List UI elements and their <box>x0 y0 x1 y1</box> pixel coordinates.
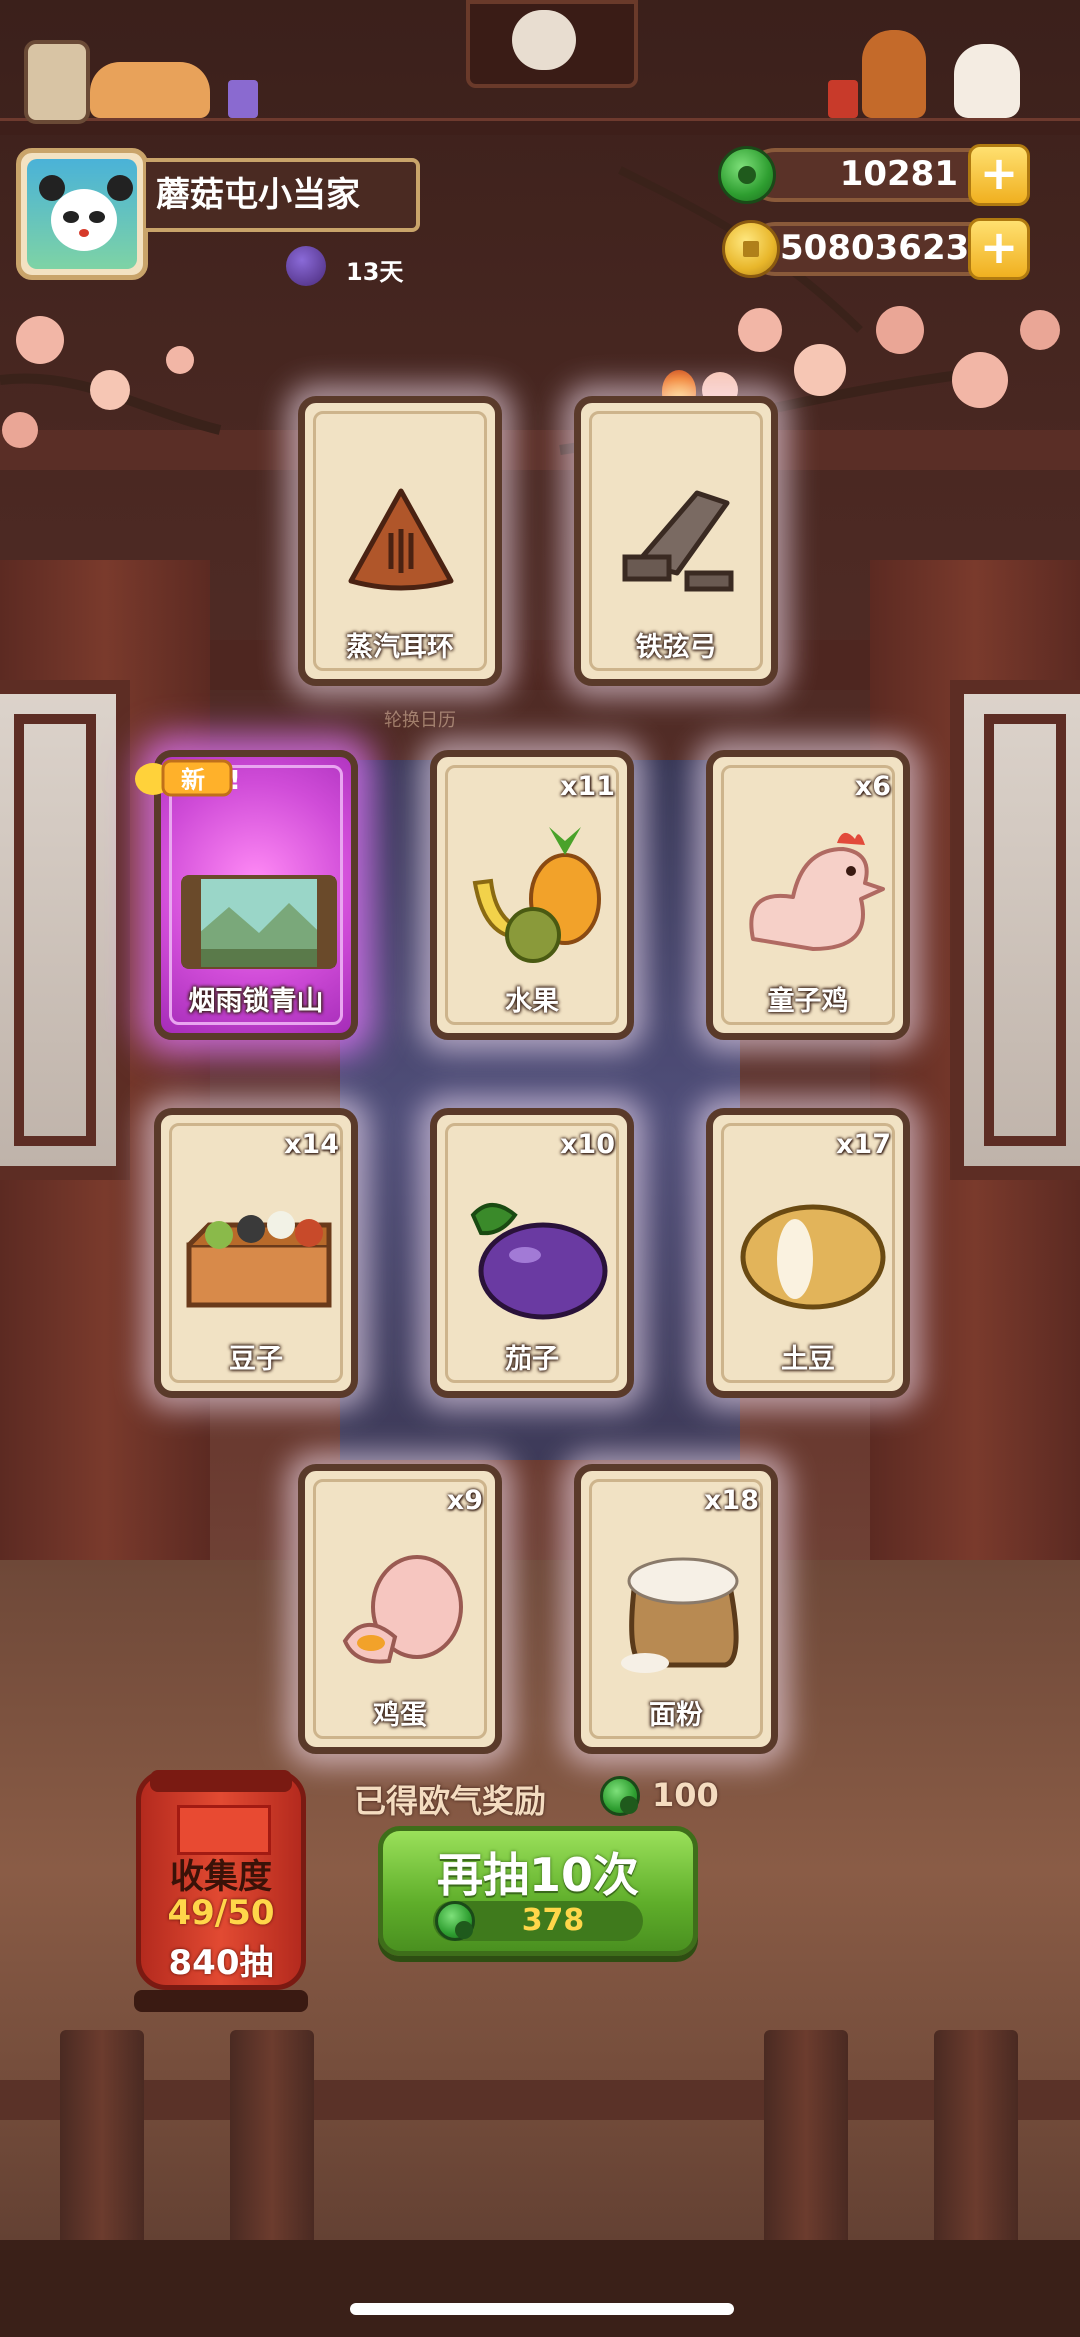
card-steam-earring[interactable]: 蒸汽耳环 <box>298 396 502 686</box>
draw-cost-value: 378 <box>521 1903 585 1938</box>
fence-rail <box>0 2080 1080 2120</box>
card-chicken[interactable]: x6 童子鸡 <box>706 750 910 1040</box>
card-label: 蒸汽耳环 <box>346 632 454 663</box>
card-eggplant[interactable]: x10 茄子 <box>430 1108 634 1398</box>
lantern-top <box>150 1770 292 1792</box>
cat-icon <box>90 62 210 118</box>
card-count: x9 <box>446 1485 483 1516</box>
right-lattice-window <box>950 680 1080 1180</box>
card-count: x17 <box>836 1129 891 1160</box>
collection-progress: 49/50 <box>167 1893 275 1933</box>
eggplant-icon <box>470 1203 608 1320</box>
top-shelf <box>0 118 1080 135</box>
thread-spool-icon <box>228 80 258 118</box>
home-indicator[interactable] <box>350 2303 734 2315</box>
fence-post <box>60 2030 144 2270</box>
panda-mouth <box>79 229 89 237</box>
lantern-tag <box>177 1805 271 1855</box>
earring-icon <box>348 488 454 591</box>
jade-icon <box>600 1776 640 1816</box>
panda-eye <box>63 211 79 223</box>
new-badge: 新 ! <box>135 759 241 797</box>
card-flour[interactable]: x18 面粉 <box>574 1464 778 1754</box>
card-iron-bow[interactable]: 铁弦弓 <box>574 396 778 686</box>
iron-bow-icon <box>622 490 734 592</box>
panda-face-icon <box>51 189 117 251</box>
card-label: 土豆 <box>781 1344 835 1375</box>
cat-icon <box>954 44 1020 118</box>
fence-post <box>230 2030 314 2270</box>
egg-icon <box>342 1555 463 1664</box>
thread-spool-icon <box>828 80 858 118</box>
card-label: 童子鸡 <box>767 986 849 1017</box>
card-egg[interactable]: x9 鸡蛋 <box>298 1464 502 1754</box>
reward-label: 已得欧气奖励 <box>354 1782 547 1820</box>
player-avatar[interactable] <box>16 148 148 280</box>
jade-icon <box>718 146 776 204</box>
card-label: 水果 <box>505 986 559 1017</box>
card-count: x10 <box>560 1129 615 1160</box>
flour-icon <box>621 1557 739 1673</box>
calendar-label: 轮换日历 <box>384 710 456 731</box>
cat-portrait-icon <box>512 10 576 70</box>
card-beans[interactable]: x14 豆子 <box>154 1108 358 1398</box>
draw-again-button[interactable]: 再抽10次 378 <box>378 1826 698 1956</box>
collection-lantern[interactable]: 收集度 49/50 840抽 <box>136 1770 306 1990</box>
collection-title: 收集度 <box>170 1857 272 1897</box>
card-count: x11 <box>560 771 615 802</box>
chicken-icon <box>749 832 885 951</box>
days-count: 13天 <box>346 258 404 286</box>
avatar-background <box>27 159 137 269</box>
card-label: 铁弦弓 <box>635 632 717 663</box>
card-misty-mountain[interactable]: 新 ! 烟雨锁青山 <box>135 750 358 1040</box>
add-coins-button[interactable]: + <box>968 218 1030 280</box>
svg-text:!: ! <box>229 766 241 796</box>
draw-button-label: 再抽10次 <box>436 1848 639 1902</box>
card-label: 豆子 <box>229 1344 283 1375</box>
scenery-icon <box>181 875 337 969</box>
panda-eye <box>89 211 105 223</box>
card-count: x14 <box>284 1129 339 1160</box>
hanging-scroll-icon <box>24 40 90 124</box>
card-label: 烟雨锁青山 <box>188 986 324 1017</box>
coin-amount: 50803623 <box>780 228 970 268</box>
card-count: x18 <box>704 1485 759 1516</box>
card-count: x6 <box>854 771 891 802</box>
fence-post <box>764 2030 848 2270</box>
coin-icon <box>722 220 780 278</box>
game-scene: 蘑菇屯小当家 13天 10281 + 50803623 + 轮换日历 蒸汽耳环 … <box>0 0 1080 2337</box>
panda-ear <box>107 175 133 201</box>
bottom-ground <box>0 2240 1080 2337</box>
lantern-stand <box>134 1990 308 2012</box>
new-badge-text: 新 <box>181 766 205 794</box>
character-icon <box>862 30 926 118</box>
card-label: 鸡蛋 <box>373 1700 427 1731</box>
fruit-icon <box>472 827 601 963</box>
card-fruit[interactable]: x11 水果 <box>430 750 634 1040</box>
card-potato[interactable]: x17 土豆 <box>706 1108 910 1398</box>
player-name: 蘑菇屯小当家 <box>146 158 420 232</box>
jade-amount: 10281 <box>839 154 958 194</box>
add-jade-button[interactable]: + <box>968 144 1030 206</box>
left-lattice-window <box>0 680 130 1180</box>
reward-value: 100 <box>652 1776 719 1814</box>
jade-icon <box>435 1901 475 1941</box>
card-label: 面粉 <box>649 1700 703 1731</box>
beans-icon <box>186 1211 332 1308</box>
collection-draws: 840抽 <box>168 1943 274 1983</box>
card-label: 茄子 <box>505 1344 559 1375</box>
fence-post <box>934 2030 1018 2270</box>
calendar-character-icon <box>286 246 326 286</box>
potato-icon <box>740 1204 886 1310</box>
